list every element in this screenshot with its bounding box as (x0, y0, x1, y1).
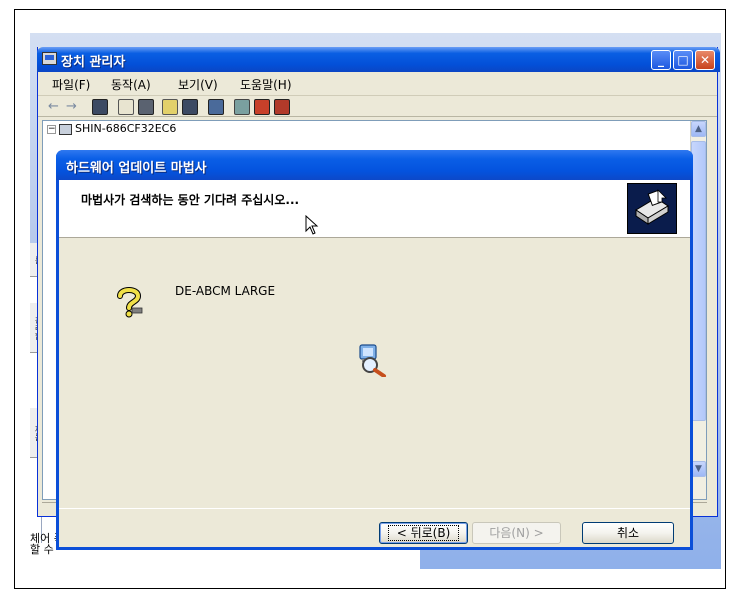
tree-root-label: SHIN-686CF32EC6 (75, 122, 177, 135)
close-button[interactable]: ✕ (695, 50, 715, 70)
help-icon[interactable] (162, 99, 178, 115)
menu-bar: 파일(F) 동작(A) 보기(V) 도움말(H) (38, 73, 717, 93)
device-name-label: DE-ABCM LARGE (175, 284, 276, 298)
scroll-down-button[interactable]: ▼ (691, 461, 706, 477)
back-arrow-icon[interactable]: ← (48, 99, 64, 115)
wizard-header: 마법사가 검색하는 동안 기다려 주십시오... (59, 180, 690, 238)
properties-icon[interactable] (118, 99, 134, 115)
update-driver-icon[interactable] (234, 99, 250, 115)
next-button-label: 다음(N) > (489, 526, 544, 540)
collapse-icon[interactable]: − (47, 124, 56, 134)
wizard-body: DE-ABCM LARGE (59, 238, 690, 508)
wizard-separator (59, 508, 690, 509)
device-manager-title: 장치 관리자 (61, 55, 126, 70)
wizard-title: 하드웨어 업데이트 마법사 (66, 161, 207, 176)
computer-icon (59, 123, 72, 135)
show-hide-tree-icon[interactable] (92, 99, 108, 115)
question-device-icon (117, 287, 143, 318)
menu-file[interactable]: 파일(F) (52, 76, 90, 93)
hardware-update-wizard: 하드웨어 업데이트 마법사 마법사가 검색하는 동안 기다려 주십시오... D… (56, 150, 693, 550)
disable-icon[interactable] (254, 99, 270, 115)
tree-root-row[interactable]: − SHIN-686CF32EC6 (47, 122, 176, 135)
forward-arrow-icon[interactable]: → (66, 99, 82, 115)
maximize-button[interactable]: □ (673, 50, 693, 70)
print-icon[interactable] (138, 99, 154, 115)
cancel-button-label: 취소 (616, 526, 640, 540)
scroll-up-button[interactable]: ▲ (691, 121, 706, 137)
wizard-titlebar[interactable]: 하드웨어 업데이트 마법사 (56, 150, 693, 180)
toolbar: ← → (38, 95, 717, 117)
uninstall-icon[interactable] (274, 99, 290, 115)
scan-icon[interactable] (208, 99, 224, 115)
search-magnifier-icon (359, 344, 386, 377)
minimize-button[interactable]: _ (651, 50, 671, 70)
scroll-thumb[interactable] (691, 141, 706, 421)
back-button-label: < 뒤로(B) (387, 525, 460, 541)
help-topic-icon[interactable] (182, 99, 198, 115)
device-manager-titlebar[interactable]: 장치 관리자 _ □ ✕ (37, 47, 720, 72)
menu-action[interactable]: 동작(A) (111, 76, 151, 93)
next-button[interactable]: 다음(N) > (472, 522, 561, 544)
hardware-wizard-logo-icon (627, 183, 677, 234)
computer-icon (42, 52, 57, 65)
back-button[interactable]: < 뒤로(B) (379, 522, 468, 544)
wizard-header-message: 마법사가 검색하는 동안 기다려 주십시오... (81, 193, 300, 207)
menu-help[interactable]: 도움말(H) (240, 76, 292, 93)
menu-view[interactable]: 보기(V) (178, 76, 218, 93)
mouse-cursor-icon (305, 215, 319, 235)
cancel-button[interactable]: 취소 (582, 522, 674, 544)
